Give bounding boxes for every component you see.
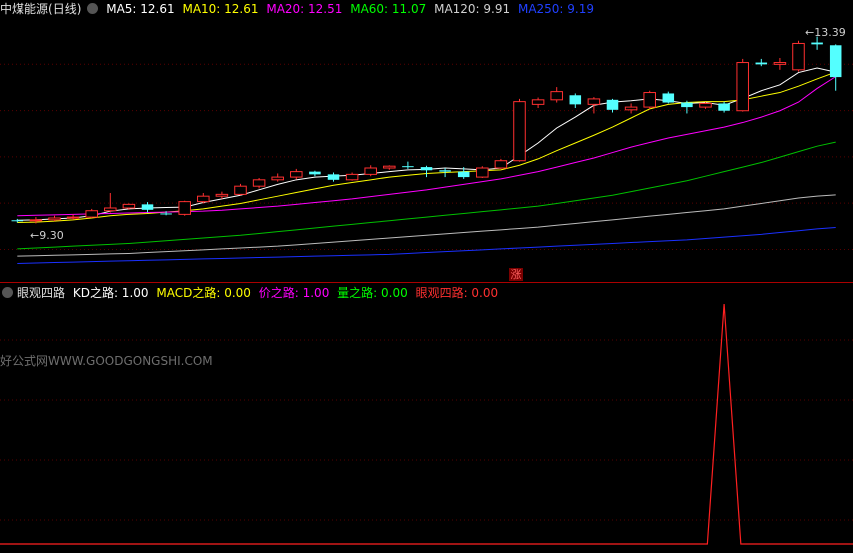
candle-body [122,203,136,209]
settings-dot-icon[interactable] [2,287,13,298]
candle-body [643,92,656,108]
indicator-panel[interactable]: 眼观四路 KD之路: 1.00 MACD之路: 0.00 价之路: 1.00 量… [0,282,853,553]
candle-body [252,179,266,187]
watermark: 好公式网WWW.GOODGONGSHI.COM [0,354,213,368]
candle-body [811,42,823,45]
candle-body [476,167,489,178]
candle-body [178,201,191,215]
candle-body [550,91,563,101]
four-path-label: 眼观四路: 0.00 [415,286,499,300]
candle-body [364,167,377,175]
price-panel[interactable]: 中煤能源(日线) MA5: 12.61 MA10: 12.61 MA20: 12… [0,0,853,282]
candle-body [290,171,303,178]
candle-body [718,103,730,111]
indicator-chart[interactable] [0,282,853,553]
candle-body [792,42,805,71]
candle-body [773,62,787,65]
candle-body [755,62,768,65]
price-chart[interactable] [0,0,853,282]
candle-body [829,45,842,78]
candle-body [345,173,359,181]
candle-body [66,216,80,219]
indicator-name: 眼观四路 [17,286,66,300]
macd-label: MACD之路: 0.00 [156,286,251,300]
candle-body [662,93,675,103]
high-price: 13.39 [814,26,846,39]
low-price-tag: ←9.30 [30,229,64,242]
candle-body [606,99,619,110]
ma-line-ma5 [17,67,836,221]
candle-body [681,102,693,108]
stock-name: 中煤能源 [0,2,49,16]
low-price: 9.30 [39,229,64,242]
rise-marker: 涨 [509,268,523,281]
candle-body [383,165,396,169]
candle-body [197,195,210,203]
indicator-line [0,303,853,545]
ma20-label: MA20: 12.51 [266,2,343,16]
ma-line-ma120 [17,194,836,257]
kd-label: KD之路: 1.00 [72,286,149,300]
ma-line-ma20 [17,76,836,217]
candle-body [402,166,414,168]
ma-line-ma10 [17,71,836,224]
candle-body [531,99,545,105]
candle-body [234,185,247,195]
candle-body [271,176,284,181]
indicator-legend: 眼观四路 KD之路: 1.00 MACD之路: 0.00 价之路: 1.00 量… [0,284,502,302]
candle-body [736,62,749,112]
candle-body [420,167,433,171]
candle-body [513,101,526,162]
candle-body [11,220,24,222]
ma10-label: MA10: 12.61 [182,2,259,16]
candle-body [48,217,61,221]
ma60-label: MA60: 11.07 [350,2,427,16]
ma120-label: MA120: 9.91 [434,2,511,16]
ma5-label: MA5: 12.61 [106,2,175,16]
candle-body [160,213,172,215]
candle-body [569,95,582,105]
candle-body [85,210,98,218]
period-label: (日线) [48,2,82,16]
price-path-label: 价之路: 1.00 [258,286,330,300]
candle-body [587,98,601,105]
candle-body [457,171,470,178]
candle-body [215,193,229,197]
price-legend: 中煤能源(日线) MA5: 12.61 MA10: 12.61 MA20: 12… [0,0,598,18]
ma-line-ma60 [17,141,836,250]
high-price-tag: ←13.39 [805,26,846,39]
ma-line-ma250 [17,227,836,264]
candle-body [327,174,340,180]
candle-body [624,106,638,111]
candle-body [104,207,117,212]
candle-body [309,171,321,175]
candle-body [494,160,508,169]
ma250-label: MA250: 9.19 [517,2,595,16]
candle-body [439,170,451,172]
settings-dot-icon[interactable] [87,3,99,14]
volume-path-label: 量之路: 0.00 [337,286,408,300]
candle-body [29,219,43,222]
candle-body [699,102,712,108]
candle-body [141,204,154,210]
